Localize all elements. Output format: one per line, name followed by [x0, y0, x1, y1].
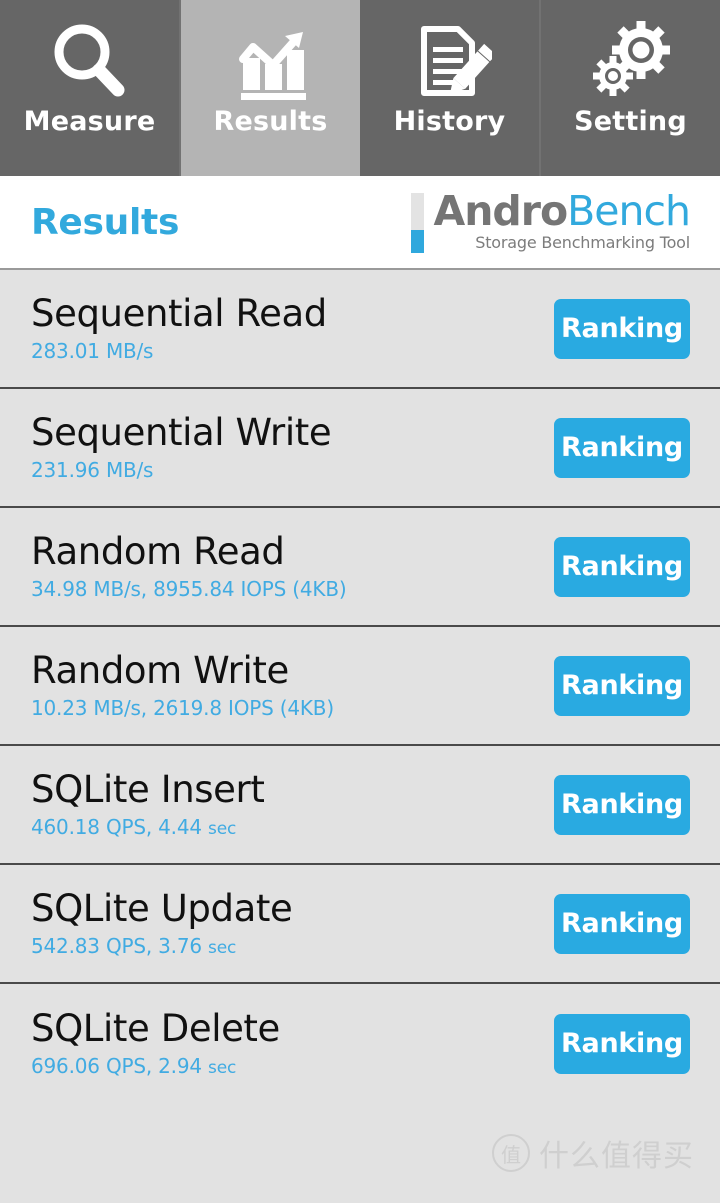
result-row-texts: SQLite Update 542.83 QPS, 3.76 sec	[31, 887, 293, 957]
result-value-main: 34.98 MB/s, 8955.84 IOPS (4KB)	[31, 576, 347, 601]
tab-history[interactable]: History	[360, 0, 541, 176]
result-value-main: 231.96 MB/s	[31, 457, 154, 482]
ranking-button[interactable]: Ranking	[554, 774, 690, 835]
page-header: Results AndroBench Storage Benchmarking …	[0, 176, 720, 270]
result-row-texts: Random Read 34.98 MB/s, 8955.84 IOPS (4K…	[31, 530, 347, 601]
ranking-button[interactable]: Ranking	[554, 655, 690, 716]
result-value-main: 542.83 QPS, 3.76	[31, 933, 209, 958]
logo-accent-bar-bottom	[411, 230, 425, 253]
footer-area: 值 什么值得买	[0, 1103, 720, 1203]
ranking-button[interactable]: Ranking	[554, 893, 690, 954]
watermark-badge-icon: 值	[492, 1134, 530, 1172]
result-title: SQLite Insert	[31, 768, 265, 812]
result-title: SQLite Update	[31, 887, 293, 931]
tab-setting[interactable]: Setting	[541, 0, 720, 176]
result-row-texts: Random Write 10.23 MB/s, 2619.8 IOPS (4K…	[31, 649, 334, 719]
result-row[interactable]: Sequential Write 231.96 MB/s Ranking	[0, 389, 720, 508]
result-value-main: 460.18 QPS, 4.44	[31, 814, 209, 839]
result-row-texts: Sequential Write 231.96 MB/s	[31, 411, 332, 481]
result-value: 542.83 QPS, 3.76 sec	[31, 936, 292, 957]
result-row-texts: SQLite Delete 696.06 QPS, 2.94 sec	[31, 1007, 280, 1077]
ranking-button[interactable]: Ranking	[554, 298, 690, 359]
page-title: Results	[31, 201, 180, 243]
logo-wordmark: AndroBench	[433, 191, 691, 232]
bar-chart-trend-icon	[229, 18, 313, 106]
tab-label-measure: Measure	[23, 106, 156, 137]
result-value-main: 283.01 MB/s	[31, 338, 154, 363]
result-title: Sequential Read	[31, 292, 327, 336]
logo-accent-bar	[411, 193, 425, 253]
result-row[interactable]: Sequential Read 283.01 MB/s Ranking	[0, 270, 720, 389]
result-row[interactable]: SQLite Insert 460.18 QPS, 4.44 sec Ranki…	[0, 746, 720, 865]
result-value-unit: sec	[208, 1057, 237, 1078]
logo-word-bench: Bench	[567, 187, 691, 236]
logo-word-andro: Andro	[433, 187, 568, 236]
result-row[interactable]: Random Read 34.98 MB/s, 8955.84 IOPS (4K…	[0, 508, 720, 627]
result-value-main: 696.06 QPS, 2.94	[31, 1053, 209, 1078]
result-value-unit: sec	[208, 818, 237, 839]
result-title: SQLite Delete	[31, 1007, 280, 1051]
result-row-texts: SQLite Insert 460.18 QPS, 4.44 sec	[31, 768, 265, 838]
result-value: 460.18 QPS, 4.44 sec	[31, 817, 264, 838]
gears-icon	[589, 18, 673, 106]
document-pencil-icon	[408, 18, 492, 106]
watermark: 值 什么值得买	[492, 1131, 694, 1175]
ranking-button[interactable]: Ranking	[554, 536, 690, 597]
result-row[interactable]: Random Write 10.23 MB/s, 2619.8 IOPS (4K…	[0, 627, 720, 746]
result-title: Random Read	[31, 530, 285, 574]
tab-measure[interactable]: Measure	[0, 0, 181, 176]
result-value: 34.98 MB/s, 8955.84 IOPS (4KB)	[31, 576, 347, 601]
result-row[interactable]: SQLite Update 542.83 QPS, 3.76 sec Ranki…	[0, 865, 720, 984]
result-value: 283.01 MB/s	[31, 341, 327, 362]
result-title: Sequential Write	[31, 411, 332, 455]
magnifier-icon	[48, 18, 132, 106]
watermark-text: 什么值得买	[539, 1139, 694, 1174]
ranking-button[interactable]: Ranking	[554, 417, 690, 478]
logo-accent-bar-top	[411, 193, 425, 230]
logo-text-block: AndroBench Storage Benchmarking Tool	[433, 191, 691, 253]
logo-tagline: Storage Benchmarking Tool	[475, 232, 690, 252]
tab-label-history: History	[393, 106, 506, 137]
tab-results[interactable]: Results	[181, 0, 360, 176]
result-value-main: 10.23 MB/s, 2619.8 IOPS (4KB)	[31, 695, 334, 720]
result-title: Random Write	[31, 649, 289, 693]
result-value-unit: sec	[208, 937, 237, 958]
results-list: Sequential Read 283.01 MB/s Ranking Sequ…	[0, 270, 720, 1103]
bottom-tab-bar: Measure Results History Setting	[0, 0, 720, 176]
result-value: 10.23 MB/s, 2619.8 IOPS (4KB)	[31, 698, 334, 719]
result-value: 696.06 QPS, 2.94 sec	[31, 1056, 280, 1077]
result-row-texts: Sequential Read 283.01 MB/s	[31, 292, 327, 362]
result-row[interactable]: SQLite Delete 696.06 QPS, 2.94 sec Ranki…	[0, 984, 720, 1103]
ranking-button[interactable]: Ranking	[554, 1013, 690, 1074]
tab-label-results: Results	[213, 106, 328, 137]
tab-label-setting: Setting	[574, 106, 687, 137]
androbench-logo: AndroBench Storage Benchmarking Tool	[411, 191, 691, 253]
result-value: 231.96 MB/s	[31, 460, 331, 481]
